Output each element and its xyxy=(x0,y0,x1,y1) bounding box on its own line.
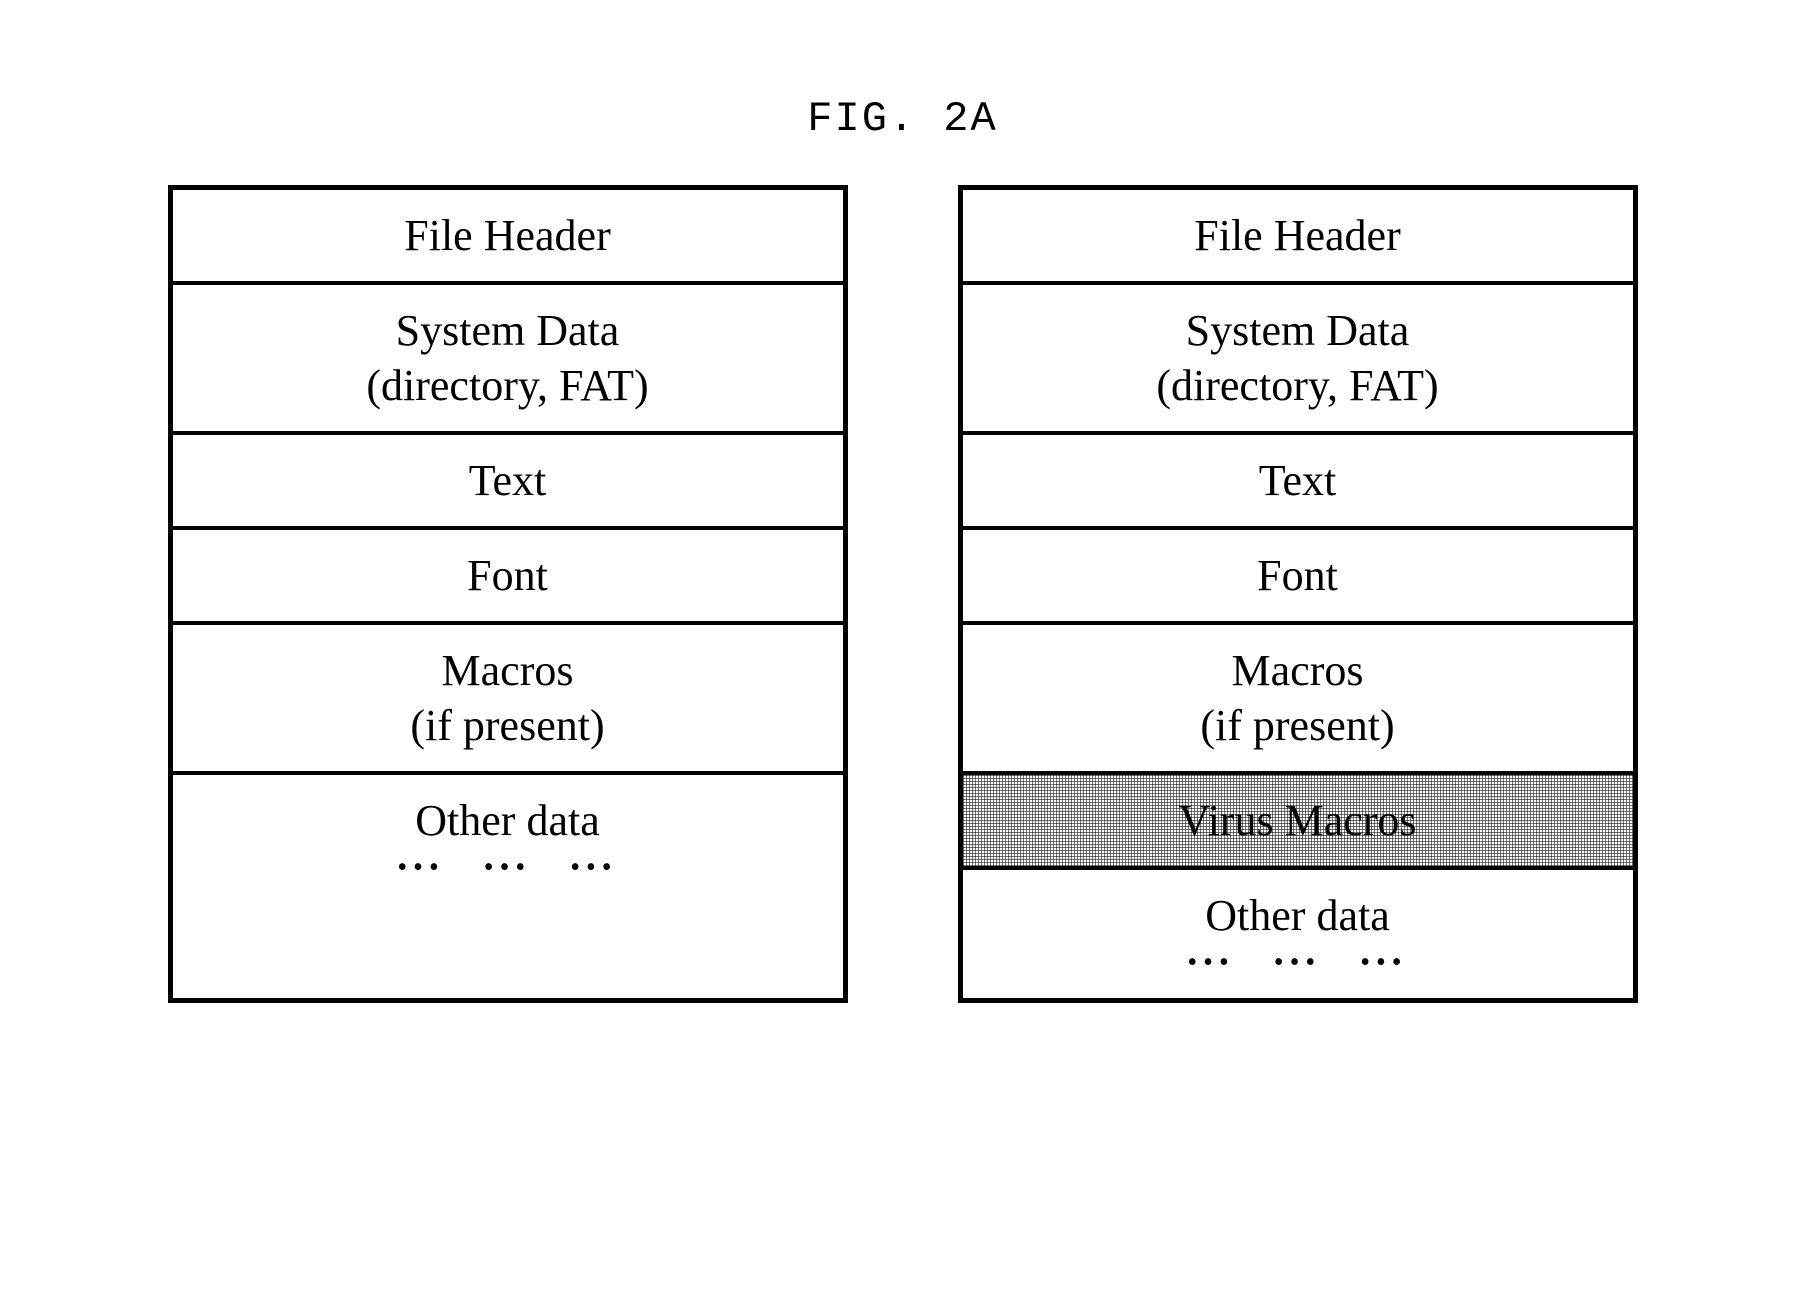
ellipsis-icon: ••• ••• ••• xyxy=(975,945,1621,980)
row-label: File Header xyxy=(1194,211,1400,260)
table-row: Macros (if present) xyxy=(173,625,843,775)
left-table: File Header System Data (directory, FAT)… xyxy=(168,185,848,1003)
row-label: Macros xyxy=(1232,646,1364,695)
row-label: Virus Macros xyxy=(1178,796,1416,845)
right-table: File Header System Data (directory, FAT)… xyxy=(958,185,1638,1003)
row-label: Text xyxy=(469,456,547,505)
table-row: Font xyxy=(963,530,1633,625)
figure-title: FIG. 2A xyxy=(807,95,997,143)
row-label: Font xyxy=(467,551,548,600)
table-row: System Data (directory, FAT) xyxy=(963,285,1633,435)
table-row: Other data ••• ••• ••• xyxy=(963,870,1633,998)
table-row: Font xyxy=(173,530,843,625)
table-row: Macros (if present) xyxy=(963,625,1633,775)
table-row-virus-macros: Virus Macros xyxy=(963,775,1633,870)
row-label: File Header xyxy=(404,211,610,260)
table-row: File Header xyxy=(963,190,1633,285)
ellipsis-icon: ••• ••• ••• xyxy=(185,850,831,885)
row-label: Font xyxy=(1257,551,1338,600)
table-row: Text xyxy=(963,435,1633,530)
row-label: Other data xyxy=(415,796,599,845)
row-sublabel: (if present) xyxy=(975,698,1621,753)
row-label: Other data xyxy=(1205,891,1389,940)
table-row: Other data ••• ••• ••• xyxy=(173,775,843,903)
table-row: Text xyxy=(173,435,843,530)
row-sublabel: (directory, FAT) xyxy=(975,358,1621,413)
row-sublabel: (if present) xyxy=(185,698,831,753)
row-label: Text xyxy=(1259,456,1337,505)
table-row: File Header xyxy=(173,190,843,285)
row-label: System Data xyxy=(396,306,620,355)
table-row: System Data (directory, FAT) xyxy=(173,285,843,435)
row-label: Macros xyxy=(442,646,574,695)
row-sublabel: (directory, FAT) xyxy=(185,358,831,413)
diagram-tables: File Header System Data (directory, FAT)… xyxy=(70,185,1735,1003)
row-label: System Data xyxy=(1186,306,1410,355)
